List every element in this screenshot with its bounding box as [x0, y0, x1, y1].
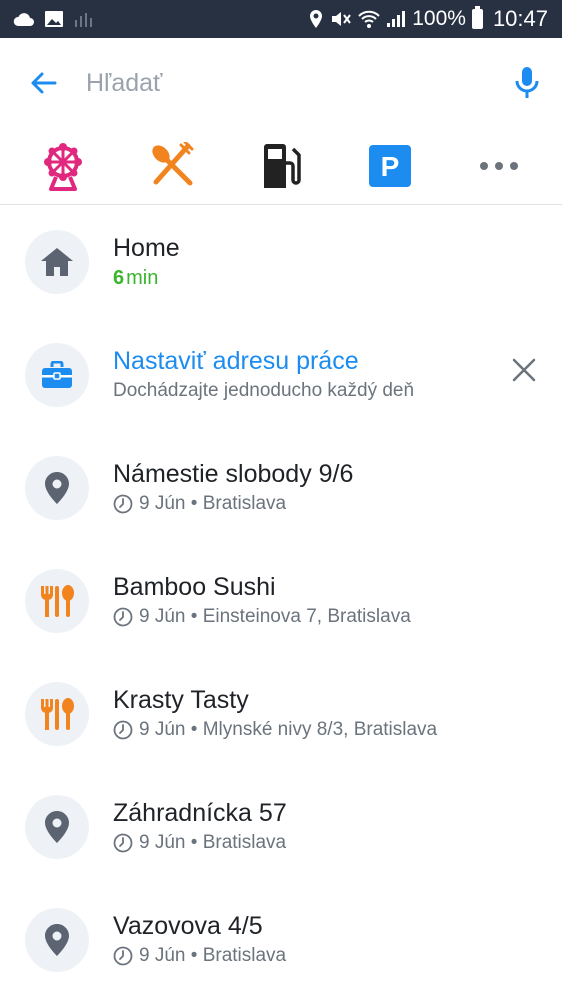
- separator-dot: •: [185, 605, 203, 627]
- image-icon: [45, 11, 63, 27]
- location-pin-icon: [45, 471, 69, 504]
- recent-icon-badge: [25, 681, 89, 746]
- home-title: Home: [113, 233, 180, 262]
- recent-icon-badge: [25, 568, 89, 633]
- recent-meta: 9 Jún • Bratislava: [113, 829, 562, 857]
- recent-meta: 9 Jún • Bratislava: [113, 490, 562, 518]
- restaurant-icon: [41, 584, 74, 617]
- separator-dot: •: [185, 831, 203, 853]
- battery-percent: 100%: [412, 7, 466, 30]
- clock-icon: [113, 946, 133, 965]
- clock-icon: [113, 833, 133, 852]
- recent-icon-badge: [25, 455, 89, 520]
- recent-date: 9 Jún: [139, 831, 186, 853]
- location-pin-icon: [45, 923, 69, 956]
- recent-title: Záhradnícka 57: [113, 798, 287, 827]
- work-title: Nastaviť adresu práce: [113, 346, 359, 375]
- location-icon: [310, 10, 323, 28]
- location-pin-icon: [45, 810, 69, 843]
- work-icon-badge: [25, 342, 89, 407]
- mute-icon: [332, 12, 352, 26]
- category-more[interactable]: [459, 131, 539, 201]
- battery-icon: [471, 6, 483, 29]
- recent-item[interactable]: Krasty Tasty 9 Jún • Mlynské nivy 8/3, Br…: [0, 657, 562, 770]
- recent-item[interactable]: Bamboo Sushi 9 Jún • Einsteinova 7, Brati…: [0, 544, 562, 657]
- clock-icon: [113, 607, 133, 626]
- category-parking[interactable]: P: [350, 131, 430, 201]
- recent-item[interactable]: Záhradnícka 57 9 Jún • Bratislava: [0, 770, 562, 883]
- status-bar: 100% 10:47: [0, 0, 562, 38]
- recent-meta: 9 Jún • Mlynské nivy 8/3, Bratislava: [113, 716, 562, 744]
- recent-place: Bratislava: [202, 944, 287, 966]
- back-arrow-icon: [31, 72, 57, 94]
- eta-value: 6: [113, 266, 125, 289]
- home-item[interactable]: Home 6 min: [0, 205, 562, 318]
- recent-meta: 9 Jún • Bratislava: [113, 942, 562, 970]
- cloud-icon: [13, 13, 34, 26]
- recent-item[interactable]: Námestie slobody 9/6 9 Jún • Bratislava: [0, 431, 562, 544]
- category-shortcuts: P: [0, 128, 562, 204]
- svg-text:P: P: [381, 151, 400, 182]
- recent-date: 9 Jún: [139, 492, 186, 514]
- search-input[interactable]: [86, 53, 492, 113]
- recent-icon-badge: [25, 794, 89, 859]
- search-bar: [0, 38, 562, 128]
- recent-date: 9 Jún: [139, 605, 186, 627]
- close-icon: [512, 358, 536, 382]
- recent-title: Námestie slobody 9/6: [113, 459, 354, 488]
- restaurant-icon: [41, 697, 74, 730]
- more-icon: [480, 162, 519, 170]
- voice-search-button[interactable]: [492, 38, 562, 128]
- recent-title: Krasty Tasty: [113, 685, 249, 714]
- recent-place: Einsteinova 7, Bratislava: [202, 605, 411, 627]
- clock-icon: [113, 494, 133, 513]
- eta-unit: min: [126, 266, 159, 289]
- briefcase-icon: [42, 360, 72, 388]
- destination-list: Home 6 min Nastaviť adresu práce Dochádz…: [0, 205, 562, 996]
- microphone-icon: [515, 67, 539, 98]
- separator-dot: •: [185, 492, 203, 514]
- category-restaurants[interactable]: [132, 131, 212, 201]
- cellular-signal-icon: [387, 11, 406, 27]
- work-item[interactable]: Nastaviť adresu práce Dochádzajte jednod…: [0, 318, 562, 431]
- signal-bars-icon: [75, 13, 92, 27]
- wifi-icon: [358, 10, 380, 28]
- recent-place: Bratislava: [202, 831, 287, 853]
- recent-place: Bratislava: [202, 492, 287, 514]
- category-fuel[interactable]: [241, 131, 321, 201]
- recent-date: 9 Jún: [139, 718, 186, 740]
- home-icon: [41, 247, 73, 276]
- parking-icon: P: [369, 145, 412, 187]
- recent-place: Mlynské nivy 8/3, Bratislava: [202, 718, 438, 740]
- dismiss-work-button[interactable]: [510, 356, 538, 384]
- home-icon-badge: [25, 229, 89, 294]
- back-button[interactable]: [0, 38, 86, 128]
- recent-title: Vazovova 4/5: [113, 911, 263, 940]
- separator-dot: •: [185, 718, 203, 740]
- recent-icon-badge: [25, 907, 89, 972]
- restaurant-icon: [152, 142, 194, 186]
- ferris-wheel-icon: [43, 143, 82, 191]
- separator-dot: •: [185, 944, 203, 966]
- recent-meta: 9 Jún • Einsteinova 7, Bratislava: [113, 603, 562, 631]
- recent-item[interactable]: Vazovova 4/5 9 Jún • Bratislava: [0, 883, 562, 996]
- recent-date: 9 Jún: [139, 944, 186, 966]
- fuel-station-icon: [263, 144, 301, 188]
- clock-time: 10:47: [492, 6, 548, 31]
- category-attractions[interactable]: [23, 131, 103, 201]
- clock-icon: [113, 720, 133, 739]
- home-eta: 6 min: [113, 264, 562, 292]
- recent-title: Bamboo Sushi: [113, 572, 276, 601]
- work-subtitle: Dochádzajte jednoducho každý deň: [113, 379, 415, 401]
